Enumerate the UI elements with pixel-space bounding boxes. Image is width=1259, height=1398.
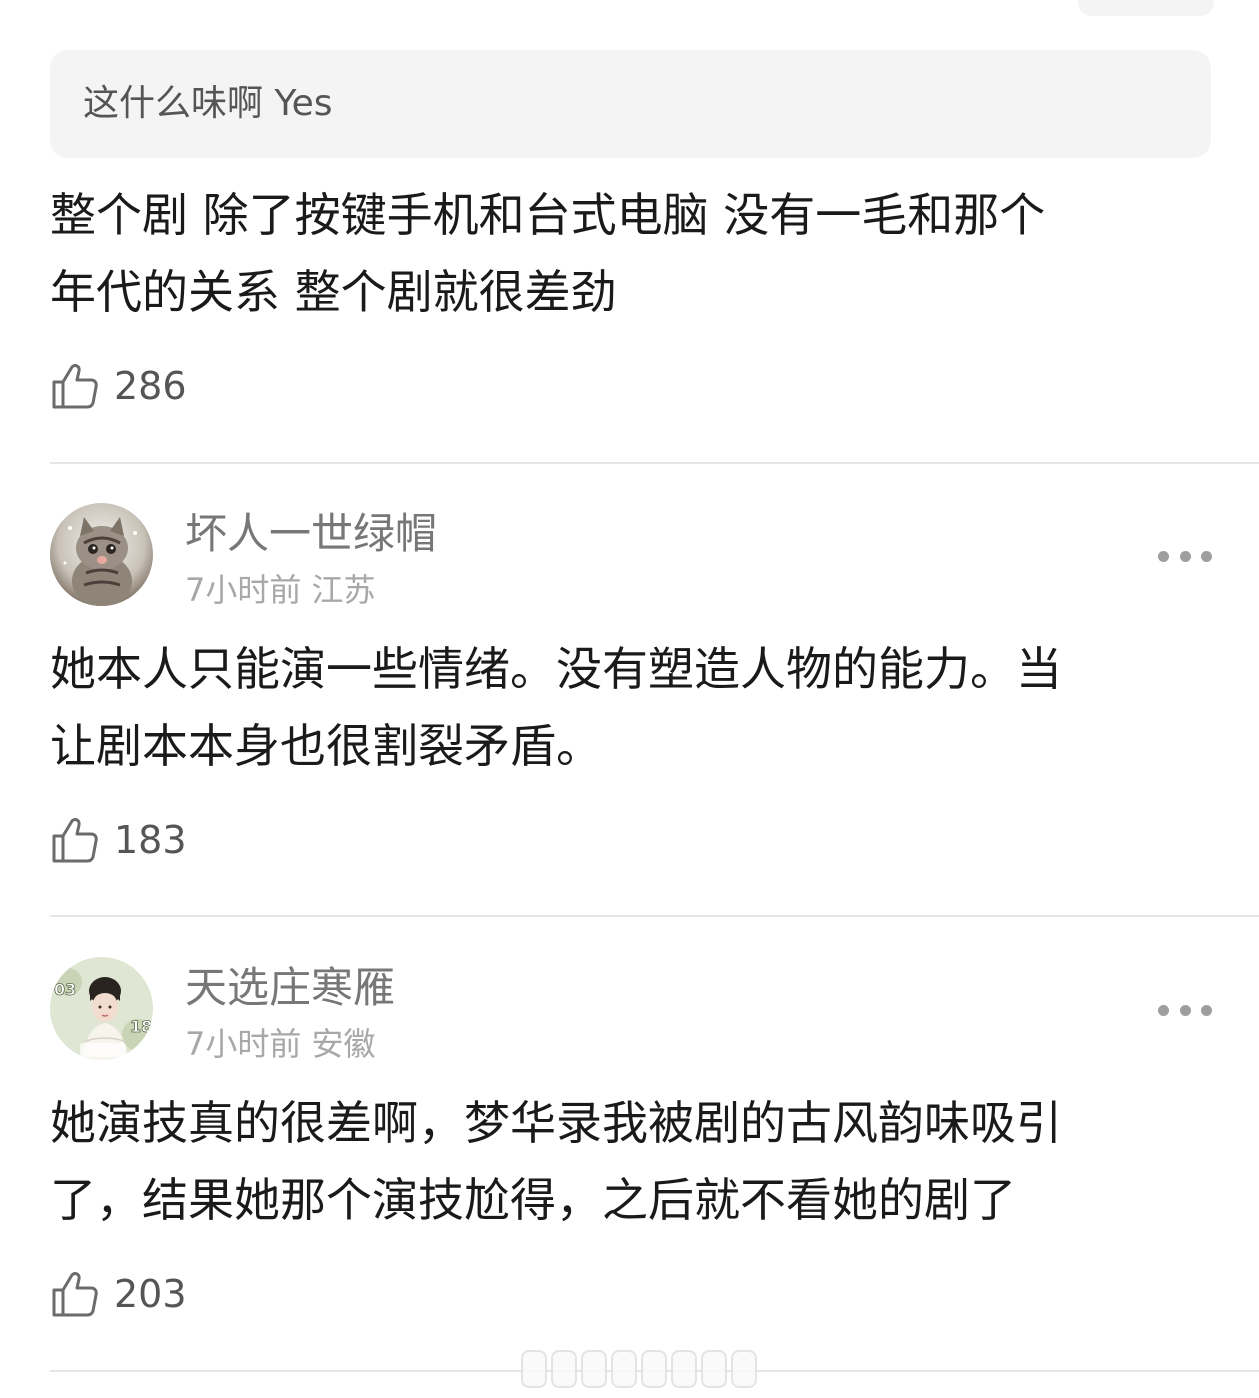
thumbs-up-icon bbox=[52, 364, 98, 409]
comment-text-line: 让剧本本身也很割裂矛盾。 bbox=[50, 719, 602, 773]
comment-location: 安徽 bbox=[311, 1025, 376, 1063]
avatar[interactable]: 03 18 bbox=[50, 957, 153, 1060]
comment-meta: 7小时前 安徽 bbox=[185, 1026, 376, 1062]
username[interactable]: 天选庄寒雁 bbox=[185, 964, 395, 1012]
comment-text-line: 她本人只能演一些情绪。没有塑造人物的能力。当 bbox=[50, 642, 1062, 696]
comment-text-line: 她演技真的很差啊，梦华录我被剧的古风韵味吸引 bbox=[50, 1096, 1062, 1150]
comment-text-line: 整个剧 除了按键手机和台式电脑 没有一毛和那个 bbox=[50, 188, 1046, 242]
like-button[interactable]: 183 bbox=[50, 814, 187, 866]
avatar-text: 03 bbox=[54, 980, 76, 999]
comment-time: 7小时前 bbox=[185, 1025, 302, 1063]
watermark bbox=[521, 1350, 757, 1388]
more-dots-icon bbox=[1158, 1004, 1169, 1016]
username[interactable]: 坏人一世绿帽 bbox=[185, 510, 437, 558]
thumbs-up-icon bbox=[52, 818, 98, 863]
divider bbox=[50, 462, 1259, 464]
comment-location: 江苏 bbox=[311, 571, 376, 609]
comment-meta: 7小时前 江苏 bbox=[185, 572, 376, 608]
like-button[interactable]: 286 bbox=[50, 360, 187, 412]
divider bbox=[50, 915, 1259, 917]
like-count: 203 bbox=[114, 1272, 187, 1316]
quoted-reply-box[interactable]: 这什么味啊 Yes bbox=[50, 50, 1211, 158]
comment-text-line: 年代的关系 整个剧就很差劲 bbox=[50, 265, 617, 319]
more-options-button[interactable] bbox=[1158, 1000, 1212, 1020]
comment-text-line: 了，结果她那个演技尬得，之后就不看她的剧了 bbox=[50, 1173, 1016, 1227]
portrait-avatar-image: 03 18 bbox=[50, 957, 153, 1060]
like-count: 286 bbox=[114, 364, 187, 408]
avatar[interactable] bbox=[50, 503, 153, 606]
comment-time: 7小时前 bbox=[185, 571, 302, 609]
comment-text: 整个剧 除了按键手机和台式电脑 没有一毛和那个 年代的关系 整个剧就很差劲 bbox=[50, 177, 1210, 331]
top-pill-button[interactable] bbox=[1078, 0, 1214, 16]
like-button[interactable]: 203 bbox=[50, 1268, 187, 1320]
more-options-button[interactable] bbox=[1158, 546, 1212, 566]
comment-text: 她演技真的很差啊，梦华录我被剧的古风韵味吸引 了，结果她那个演技尬得，之后就不看… bbox=[50, 1085, 1210, 1239]
thumbs-up-icon bbox=[52, 1272, 98, 1317]
more-dots-icon bbox=[1158, 550, 1169, 562]
cat-avatar-image bbox=[50, 503, 153, 606]
comment-text: 她本人只能演一些情绪。没有塑造人物的能力。当 让剧本本身也很割裂矛盾。 bbox=[50, 631, 1210, 785]
quoted-reply-text: 这什么味啊 Yes bbox=[83, 83, 333, 124]
like-count: 183 bbox=[114, 818, 187, 862]
avatar-text: 18 bbox=[130, 1017, 152, 1036]
